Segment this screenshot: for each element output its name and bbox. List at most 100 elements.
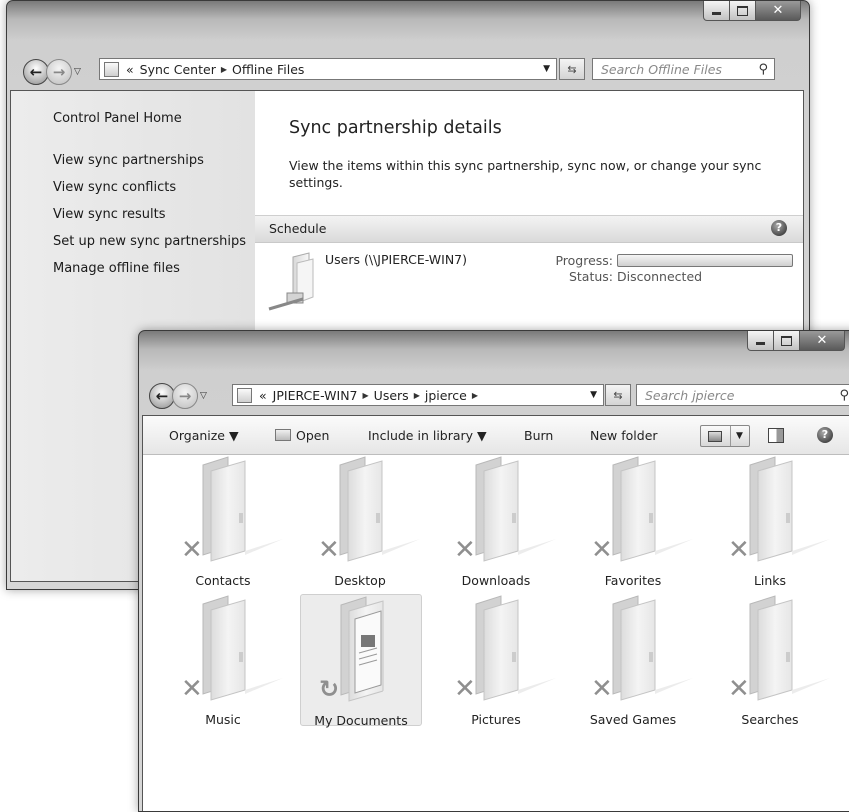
minimize-icon — [756, 342, 765, 345]
breadcrumb-arrow-icon[interactable]: ▶ — [363, 391, 369, 400]
recent-pages-dropdown-icon[interactable]: ▽ — [200, 391, 207, 401]
folder-links[interactable]: ✕ Links — [710, 455, 830, 588]
folder-label: My Documents — [314, 713, 408, 728]
sync-page-title: Sync partnership details — [289, 118, 502, 138]
folder-label: Links — [753, 573, 787, 588]
folder-my-documents[interactable]: ↻ My Documents — [300, 594, 422, 728]
search-placeholder: Search jpierce — [645, 387, 735, 403]
folder-label: Favorites — [604, 573, 662, 588]
folder-desktop[interactable]: ✕ Desktop — [300, 455, 420, 588]
refresh-icon: ⇆ — [567, 62, 577, 76]
close-button[interactable]: ✕ — [756, 1, 801, 21]
search-placeholder: Search Offline Files — [601, 61, 722, 77]
folder-downloads[interactable]: ✕ Downloads — [436, 455, 556, 588]
schedule-bar: Schedule ? — [255, 215, 803, 243]
breadcrumb-offline-files[interactable]: Offline Files — [232, 62, 304, 77]
forward-arrow-icon: → — [178, 387, 192, 405]
sync-partnership-item[interactable]: Users (\\JPIERCE-WIN7) Progress: Status:… — [263, 247, 803, 317]
search-icon[interactable]: ⚲ — [839, 388, 849, 403]
folder-label: Downloads — [461, 573, 531, 588]
offline-x-icon: ✕ — [318, 535, 340, 565]
breadcrumb-sync-center[interactable]: Sync Center — [140, 62, 216, 77]
control-panel-icon — [104, 61, 119, 77]
offline-x-icon: ✕ — [181, 674, 203, 704]
folder-searches[interactable]: ✕ Searches — [710, 594, 830, 727]
folder-saved-games[interactable]: ✕ Saved Games — [573, 594, 693, 727]
status-value: Disconnected — [617, 269, 703, 284]
explorer-search-input[interactable]: Search jpierce ⚲ — [636, 384, 849, 406]
folder-pictures[interactable]: ✕ Pictures — [436, 594, 556, 727]
forward-button[interactable]: → — [46, 59, 72, 85]
sidebar-item-view-sync-results[interactable]: View sync results — [53, 207, 166, 222]
folder-icon — [237, 387, 252, 403]
breadcrumb-jpierce[interactable]: jpierce — [425, 388, 467, 403]
help-icon[interactable]: ? — [771, 220, 787, 236]
progress-bar — [617, 254, 793, 267]
burn-button[interactable]: Burn — [524, 428, 553, 443]
maximize-button[interactable] — [730, 1, 756, 21]
include-in-library-button[interactable]: Include in library ▼ — [368, 428, 487, 443]
address-dropdown-icon[interactable]: ▼ — [543, 64, 550, 74]
overflow-chevron-icon[interactable]: « — [259, 388, 267, 403]
network-folder-icon — [268, 252, 314, 311]
preview-pane-icon[interactable] — [768, 428, 784, 443]
folder-music[interactable]: ✕ Music — [163, 594, 283, 727]
explorer-address-bar[interactable]: « JPIERCE-WIN7 ▶ Users ▶ jpierce ▶ ▼ — [232, 384, 604, 406]
sync-address-bar[interactable]: « Sync Center ▶ Offline Files ▼ — [99, 58, 557, 80]
organize-button[interactable]: Organize ▼ — [169, 428, 239, 443]
folder-label: Desktop — [334, 573, 386, 588]
new-folder-button[interactable]: New folder — [590, 428, 658, 443]
offline-x-icon: ✕ — [591, 535, 613, 565]
sidebar-item-set-up-sync[interactable]: Set up new sync partnerships — [53, 234, 246, 249]
maximize-button[interactable] — [774, 331, 800, 351]
sidebar-item-manage-offline-files[interactable]: Manage offline files — [53, 261, 180, 276]
forward-button[interactable]: → — [172, 383, 198, 409]
offline-x-icon: ✕ — [454, 535, 476, 565]
folder-label: Contacts — [195, 573, 251, 588]
open-button[interactable]: Open — [275, 428, 329, 443]
refresh-button[interactable]: ⇆ — [605, 384, 631, 406]
schedule-button[interactable]: Schedule — [269, 221, 326, 236]
address-dropdown-icon[interactable]: ▼ — [590, 390, 597, 400]
sync-search-input[interactable]: Search Offline Files ⚲ — [592, 58, 775, 80]
breadcrumb-computer[interactable]: JPIERCE-WIN7 — [273, 388, 358, 403]
close-button[interactable]: ✕ — [800, 331, 845, 351]
sync-icon: ↻ — [319, 675, 340, 703]
status-label: Status: — [568, 269, 613, 284]
overflow-chevron-icon[interactable]: « — [126, 62, 134, 77]
view-dropdown-icon: ▼ — [730, 426, 743, 446]
explorer-caption-buttons: ✕ — [747, 331, 845, 351]
progress-label: Progress: — [555, 253, 613, 268]
back-arrow-icon: ← — [155, 387, 169, 405]
change-view-button[interactable]: ▼ — [700, 425, 750, 447]
help-icon[interactable]: ? — [817, 427, 833, 443]
folder-label: Pictures — [471, 712, 521, 727]
sync-item-name: Users (\\JPIERCE-WIN7) — [325, 252, 468, 267]
sidebar-item-view-sync-partnerships[interactable]: View sync partnerships — [53, 153, 204, 168]
open-folder-icon — [275, 428, 291, 441]
breadcrumb-arrow-icon[interactable]: ▶ — [414, 391, 420, 400]
explorer-window: ✕ ← → ▽ « JPIERCE-WIN7 ▶ Users ▶ jpierce… — [138, 330, 849, 812]
refresh-button[interactable]: ⇆ — [559, 58, 585, 80]
minimize-icon — [712, 12, 721, 15]
search-icon[interactable]: ⚲ — [758, 62, 768, 77]
sync-nav-buttons: ← → ▽ — [23, 59, 81, 85]
folder-contacts[interactable]: ✕ Contacts — [163, 455, 283, 588]
minimize-button[interactable] — [703, 1, 730, 21]
folder-favorites[interactable]: ✕ Favorites — [573, 455, 693, 588]
command-bar: Organize ▼ Open Include in library ▼ Bur… — [143, 416, 849, 455]
forward-arrow-icon: → — [52, 63, 66, 81]
breadcrumb-users[interactable]: Users — [374, 388, 409, 403]
offline-x-icon: ✕ — [181, 535, 203, 565]
sidebar-item-view-sync-conflicts[interactable]: View sync conflicts — [53, 180, 176, 195]
folder-label: Saved Games — [589, 712, 677, 727]
recent-pages-dropdown-icon[interactable]: ▽ — [74, 67, 81, 77]
explorer-client-area: Organize ▼ Open Include in library ▼ Bur… — [142, 415, 849, 811]
explorer-nav-buttons: ← → ▽ — [149, 383, 207, 409]
breadcrumb-arrow-icon[interactable]: ▶ — [221, 65, 227, 74]
sidebar-item-control-panel-home[interactable]: Control Panel Home — [53, 111, 182, 126]
breadcrumb-arrow-icon[interactable]: ▶ — [472, 391, 478, 400]
minimize-button[interactable] — [747, 331, 774, 351]
close-icon: ✕ — [816, 333, 828, 348]
maximize-icon — [737, 5, 748, 16]
